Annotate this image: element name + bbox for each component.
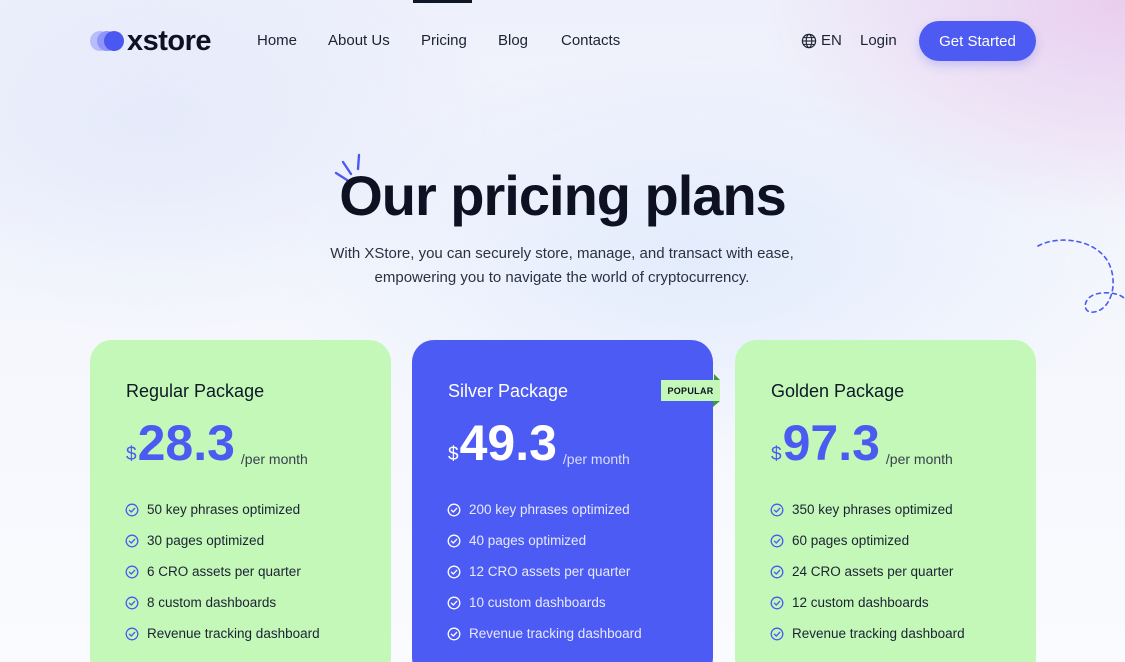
top-navigation: xstore Home About Us Pricing Blog Contac… — [0, 0, 1125, 82]
feature-text: 24 CRO assets per quarter — [792, 564, 954, 579]
feature-item: 350 key phrases optimized — [770, 501, 953, 519]
plan-price: $ 28.3 /per month — [126, 418, 308, 468]
subtitle-line-1: With XStore, you can securely store, man… — [330, 245, 794, 262]
feature-item: Revenue tracking dashboard — [447, 625, 642, 643]
pricing-card-regular[interactable]: Regular Package $ 28.3 /per month 50 key… — [90, 340, 391, 662]
login-link[interactable]: Login — [860, 31, 897, 51]
check-circle-icon — [770, 534, 784, 548]
currency-symbol: $ — [126, 444, 137, 465]
price-amount: 97.3 — [782, 415, 880, 471]
check-circle-icon — [770, 503, 784, 517]
plan-name: Regular Package — [126, 381, 265, 401]
feature-text: 50 key phrases optimized — [147, 502, 301, 517]
get-started-button[interactable]: Get Started — [919, 21, 1036, 61]
feature-text: 8 custom dashboards — [147, 595, 277, 610]
popular-badge: POPULAR — [661, 380, 720, 401]
check-circle-icon — [125, 565, 139, 579]
plan-price: $ 97.3 /per month — [771, 418, 953, 468]
feature-item: 40 pages optimized — [447, 532, 586, 550]
nav-item-home[interactable]: Home — [257, 31, 297, 51]
currency-symbol: $ — [448, 444, 459, 465]
dashed-swirl-decoration — [1037, 239, 1125, 313]
price-period: /per month — [240, 451, 308, 467]
feature-text: Revenue tracking dashboard — [469, 626, 642, 641]
check-circle-icon — [125, 503, 139, 517]
feature-item: 200 key phrases optimized — [447, 501, 630, 519]
feature-text: 40 pages optimized — [469, 533, 587, 548]
check-circle-icon — [447, 565, 461, 579]
feature-text: Revenue tracking dashboard — [792, 626, 965, 641]
nav-item-about-us[interactable]: About Us — [328, 31, 390, 51]
feature-text: 6 CRO assets per quarter — [147, 564, 301, 579]
check-circle-icon — [447, 534, 461, 548]
feature-text: 12 CRO assets per quarter — [469, 564, 631, 579]
price-period: /per month — [885, 451, 953, 467]
check-circle-icon — [770, 627, 784, 641]
feature-item: 10 custom dashboards — [447, 594, 606, 612]
feature-item: Revenue tracking dashboard — [125, 625, 320, 643]
feature-text: Revenue tracking dashboard — [147, 626, 320, 641]
check-circle-icon — [125, 627, 139, 641]
plan-name: Golden Package — [771, 381, 905, 401]
page-title: Our pricing plans — [339, 164, 787, 227]
nav-item-blog[interactable]: Blog — [498, 31, 528, 51]
check-circle-icon — [770, 565, 784, 579]
nav-item-pricing[interactable]: Pricing — [421, 31, 467, 51]
check-circle-icon — [125, 534, 139, 548]
feature-item: 12 custom dashboards — [770, 594, 929, 612]
feature-text: 350 key phrases optimized — [792, 502, 953, 517]
price-period: /per month — [562, 451, 630, 467]
globe-icon — [801, 33, 817, 49]
pricing-card-golden[interactable]: Golden Package $ 97.3 /per month 350 key… — [735, 340, 1036, 662]
brand-name: xstore — [127, 25, 212, 57]
check-circle-icon — [770, 596, 784, 610]
check-circle-icon — [447, 596, 461, 610]
nav-item-contacts[interactable]: Contacts — [561, 31, 620, 51]
language-selector[interactable]: EN — [801, 31, 842, 51]
feature-item: 8 custom dashboards — [125, 594, 276, 612]
page-subtitle: With XStore, you can securely store, man… — [312, 242, 812, 290]
check-circle-icon — [447, 627, 461, 641]
feature-item: 60 pages optimized — [770, 532, 909, 550]
feature-item: Revenue tracking dashboard — [770, 625, 965, 643]
language-code: EN — [821, 32, 842, 49]
feature-item: 6 CRO assets per quarter — [125, 563, 301, 581]
brand-logo[interactable]: xstore — [90, 25, 212, 57]
currency-symbol: $ — [771, 444, 782, 465]
check-circle-icon — [447, 503, 461, 517]
feature-text: 30 pages optimized — [147, 533, 265, 548]
subtitle-line-2: empowering you to navigate the world of … — [374, 269, 750, 286]
pricing-card-silver[interactable]: Silver Package POPULAR $ 49.3 /per month… — [412, 340, 720, 662]
logo-mark-icon — [90, 30, 126, 52]
badge-ribbon-fold — [713, 401, 720, 407]
feature-item: 30 pages optimized — [125, 532, 264, 550]
feature-text: 200 key phrases optimized — [469, 502, 630, 517]
feature-text: 12 custom dashboards — [792, 595, 929, 610]
plan-price: $ 49.3 /per month — [448, 418, 630, 468]
feature-item: 50 key phrases optimized — [125, 501, 300, 519]
active-nav-indicator — [413, 0, 472, 3]
feature-item: 24 CRO assets per quarter — [770, 563, 953, 581]
price-amount: 49.3 — [459, 415, 557, 471]
price-amount: 28.3 — [137, 415, 235, 471]
check-circle-icon — [125, 596, 139, 610]
feature-text: 10 custom dashboards — [469, 595, 606, 610]
feature-text: 60 pages optimized — [792, 533, 910, 548]
plan-name: Silver Package — [448, 381, 569, 401]
feature-item: 12 CRO assets per quarter — [447, 563, 630, 581]
